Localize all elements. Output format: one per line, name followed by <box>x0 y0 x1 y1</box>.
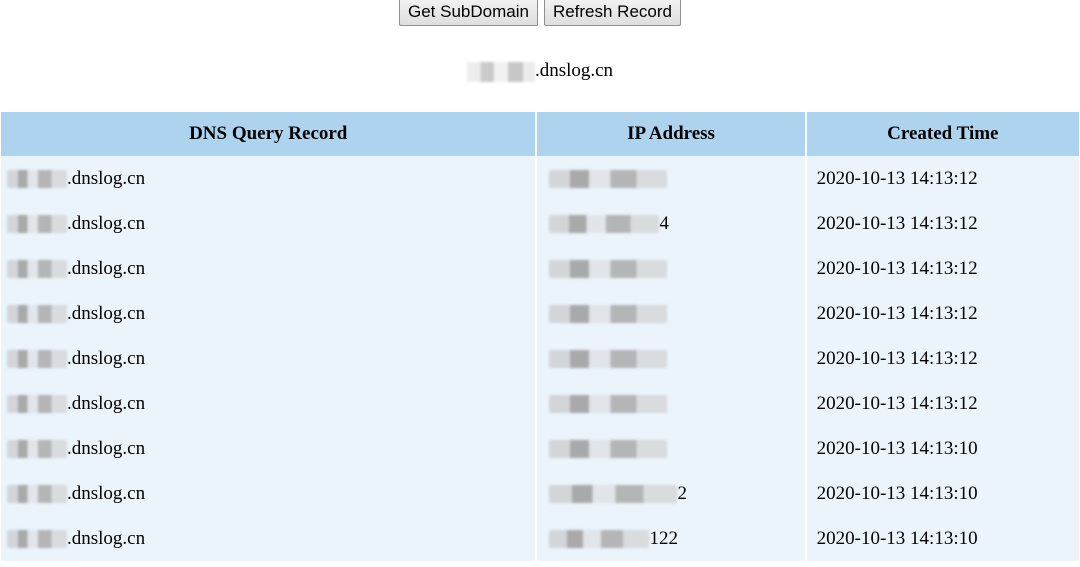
toolbar: Get SubDomain Refresh Record <box>0 0 1080 28</box>
redacted-ip-address <box>549 304 668 323</box>
dns-query-suffix: .dnslog.cn <box>67 302 146 324</box>
dns-query-cell: .dnslog.cn <box>1 201 538 246</box>
redacted-ip-address <box>549 169 668 188</box>
dns-query-suffix: .dnslog.cn <box>67 437 146 459</box>
header-dns-query-record: DNS Query Record <box>1 112 538 156</box>
subdomain-display: .dnslog.cn <box>0 58 1080 84</box>
ip-address-cell: 122 <box>536 516 807 561</box>
ip-visible-tail: 2 <box>677 482 687 504</box>
dns-query-suffix: .dnslog.cn <box>67 527 146 549</box>
ip-address-cell: 2 <box>536 471 807 516</box>
redacted-dns-prefix <box>7 394 67 413</box>
ip-address-cell <box>536 291 807 336</box>
table-row: .dnslog.cn 2020-10-13 14:13:12 <box>1 381 1079 426</box>
table-row: .dnslog.cn 2020-10-13 14:13:10 <box>1 426 1079 471</box>
table-row: .dnslog.cn 2020-10-13 14:13:12 <box>1 291 1079 336</box>
redacted-dns-prefix <box>7 349 67 368</box>
dns-query-cell: .dnslog.cn <box>1 291 538 336</box>
redacted-dns-prefix <box>7 259 67 278</box>
table-row: .dnslog.cn 2020-10-13 14:13:12 <box>1 156 1079 201</box>
ip-address-cell <box>536 336 807 381</box>
table-row: .dnslog.cn 2020-10-13 14:13:12 <box>1 336 1079 381</box>
redacted-ip-address <box>549 484 678 503</box>
get-subdomain-button[interactable]: Get SubDomain <box>398 0 538 26</box>
redacted-ip-address <box>549 214 660 233</box>
redacted-dns-prefix <box>7 529 67 548</box>
dns-query-cell: .dnslog.cn <box>1 426 538 471</box>
redacted-dns-prefix <box>7 439 67 458</box>
ip-visible-tail: 4 <box>659 212 669 234</box>
table-row: .dnslog.cn 2 2020-10-13 14:13:10 <box>1 471 1079 516</box>
dns-query-cell: .dnslog.cn <box>1 381 538 426</box>
ip-address-cell <box>536 156 807 201</box>
header-created-time: Created Time <box>805 112 1079 156</box>
ip-address-cell: 4 <box>536 201 807 246</box>
table-header-row: DNS Query Record IP Address Created Time <box>1 112 1079 156</box>
created-time-cell: 2020-10-13 14:13:10 <box>805 471 1079 516</box>
dns-query-suffix: .dnslog.cn <box>67 347 146 369</box>
dns-query-suffix: .dnslog.cn <box>67 167 146 189</box>
table-row: .dnslog.cn 122 2020-10-13 14:13:10 <box>1 516 1079 561</box>
redacted-dns-prefix <box>7 484 67 503</box>
header-ip-address: IP Address <box>536 112 807 156</box>
created-time-cell: 2020-10-13 14:13:12 <box>805 381 1079 426</box>
dns-query-cell: .dnslog.cn <box>1 471 538 516</box>
table-row: .dnslog.cn 4 2020-10-13 14:13:12 <box>1 201 1079 246</box>
redacted-subdomain-prefix <box>466 61 535 82</box>
refresh-record-button[interactable]: Refresh Record <box>543 0 681 26</box>
dns-query-suffix: .dnslog.cn <box>67 392 146 414</box>
redacted-dns-prefix <box>7 304 67 323</box>
ip-address-cell <box>536 246 807 291</box>
table-row: .dnslog.cn 2020-10-13 14:13:12 <box>1 246 1079 291</box>
created-time-cell: 2020-10-13 14:13:10 <box>805 426 1079 471</box>
created-time-cell: 2020-10-13 14:13:12 <box>805 336 1079 381</box>
dns-query-cell: .dnslog.cn <box>1 156 538 201</box>
subdomain-suffix: .dnslog.cn <box>534 60 614 81</box>
redacted-ip-address <box>549 259 668 278</box>
dns-record-table: DNS Query Record IP Address Created Time… <box>1 112 1079 561</box>
created-time-cell: 2020-10-13 14:13:12 <box>805 156 1079 201</box>
dns-query-cell: .dnslog.cn <box>1 246 538 291</box>
redacted-ip-address <box>549 439 668 458</box>
created-time-cell: 2020-10-13 14:13:12 <box>805 201 1079 246</box>
ip-address-cell <box>536 426 807 471</box>
dns-query-cell: .dnslog.cn <box>1 516 538 561</box>
redacted-dns-prefix <box>7 169 67 188</box>
ip-address-cell <box>536 381 807 426</box>
created-time-cell: 2020-10-13 14:13:10 <box>805 516 1079 561</box>
redacted-ip-address <box>549 394 668 413</box>
created-time-cell: 2020-10-13 14:13:12 <box>805 291 1079 336</box>
ip-visible-tail: 122 <box>649 527 678 549</box>
dns-query-cell: .dnslog.cn <box>1 336 538 381</box>
dns-query-suffix: .dnslog.cn <box>67 257 146 279</box>
redacted-dns-prefix <box>7 214 67 233</box>
table-body: .dnslog.cn 2020-10-13 14:13:12 .dnslog.cn 4… <box>1 156 1079 561</box>
redacted-ip-address <box>549 529 650 548</box>
created-time-cell: 2020-10-13 14:13:12 <box>805 246 1079 291</box>
dns-query-suffix: .dnslog.cn <box>67 212 146 234</box>
redacted-ip-address <box>549 349 668 368</box>
dns-query-suffix: .dnslog.cn <box>67 482 146 504</box>
